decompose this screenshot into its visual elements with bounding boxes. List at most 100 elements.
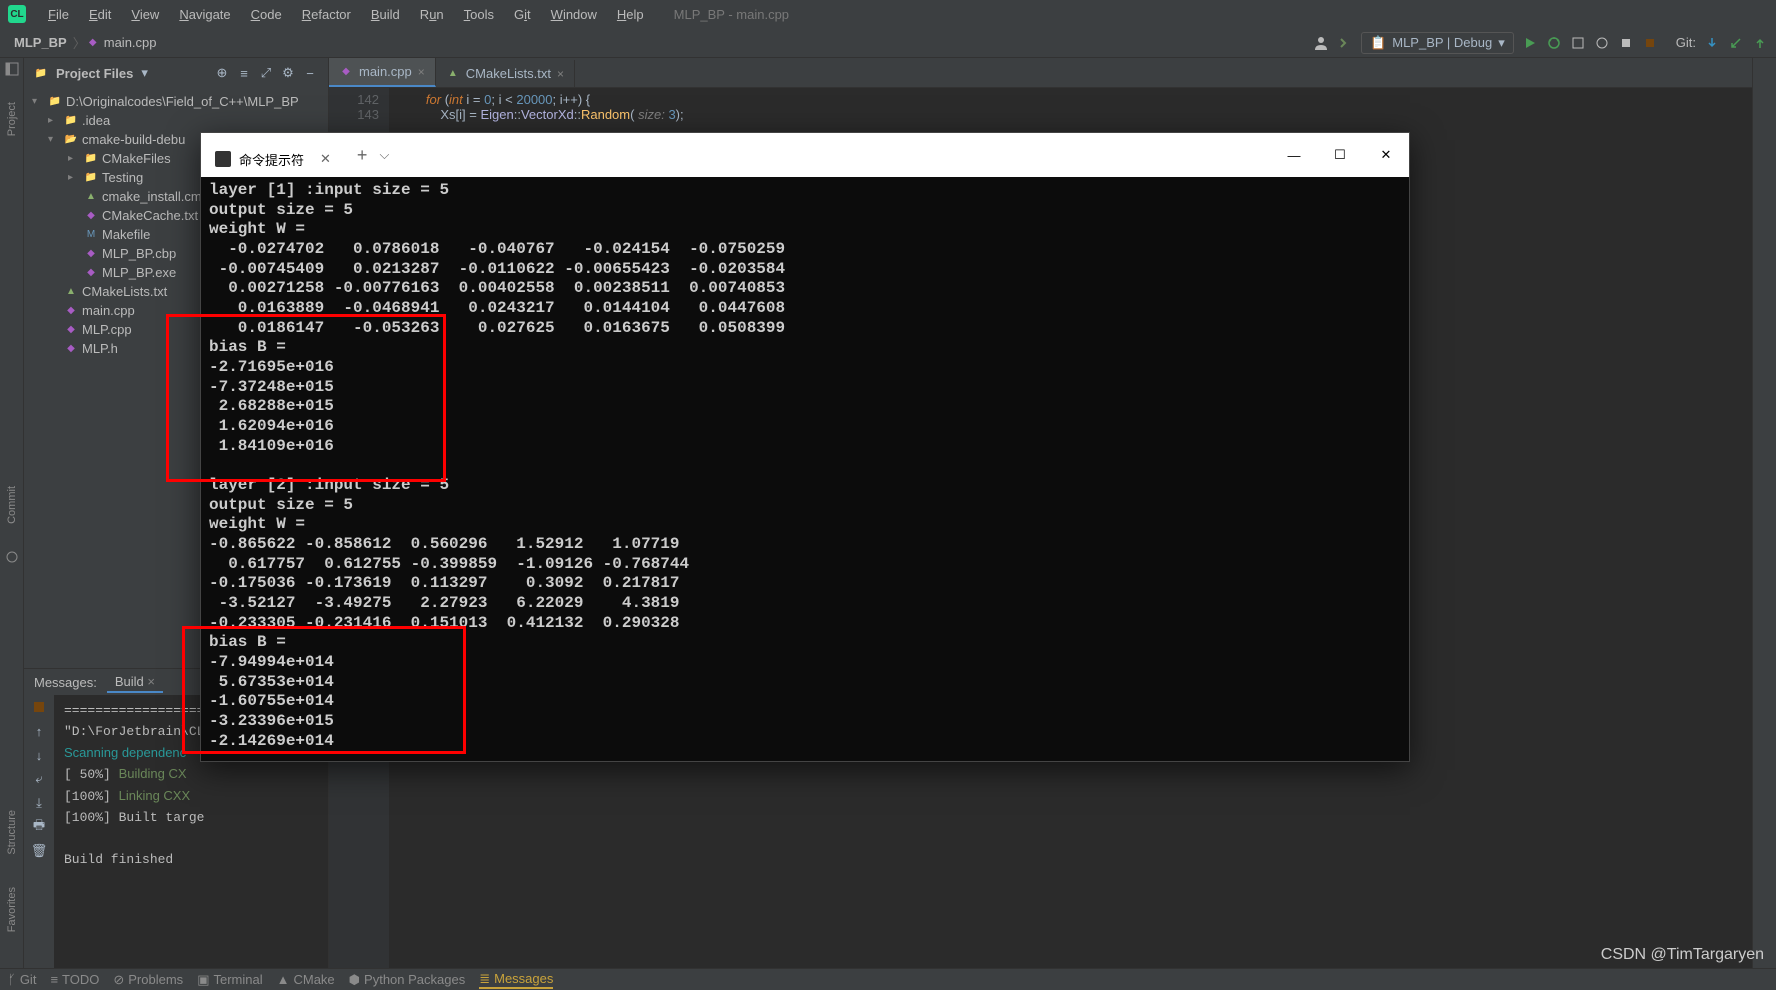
breadcrumb-file[interactable]: ◆ main.cpp	[86, 35, 157, 50]
status-python[interactable]: ⬢Python Packages	[349, 972, 466, 988]
breadcrumb-project[interactable]: MLP_BP	[8, 35, 73, 50]
menu-run[interactable]: Run	[410, 7, 454, 22]
file-icon: 📁	[84, 152, 98, 166]
tree-item-label: MLP.h	[82, 341, 118, 356]
run-config-icon: 📋	[1370, 35, 1386, 51]
favorites-tool-label[interactable]: Favorites	[6, 881, 18, 938]
project-tool-icon[interactable]	[5, 62, 19, 76]
menu-help[interactable]: Help	[607, 7, 654, 22]
status-messages[interactable]: ≣Messages	[479, 971, 553, 989]
msg-trash-icon[interactable]: 🗑	[31, 843, 47, 859]
terminal-add-tab[interactable]: +	[345, 145, 380, 166]
menu-edit[interactable]: Edit	[79, 7, 121, 22]
minimize-button[interactable]: —	[1271, 139, 1317, 171]
project-title[interactable]: Project Files	[56, 66, 133, 81]
menu-code[interactable]: Code	[241, 7, 292, 22]
terminal-tab-close[interactable]: ✕	[320, 151, 331, 167]
window-title: MLP_BP - main.cpp	[674, 7, 789, 22]
editor-tabs: ◆ main.cpp × ▲ CMakeLists.txt ×	[329, 58, 1752, 88]
msg-print-icon[interactable]: 🖶	[31, 819, 47, 835]
status-problems[interactable]: ⊘Problems	[113, 972, 183, 988]
hide-icon[interactable]: −	[302, 65, 318, 81]
file-icon: ◆	[64, 323, 78, 337]
terminal-dropdown[interactable]: ⌵	[379, 147, 389, 163]
tree-item[interactable]: ▸📁.idea	[24, 111, 328, 130]
maximize-button[interactable]: ☐	[1317, 139, 1363, 171]
tree-item-label: MLP_BP.exe	[102, 265, 176, 280]
menu-navigate[interactable]: Navigate	[169, 7, 240, 22]
menu-refactor[interactable]: Refactor	[292, 7, 361, 22]
git-pull-icon[interactable]	[1704, 35, 1720, 51]
tree-item-label: .idea	[82, 113, 110, 128]
tree-item-label: CMakeFiles	[102, 151, 171, 166]
msg-up-icon[interactable]: ↑	[31, 723, 47, 739]
profile-icon[interactable]	[1594, 35, 1610, 51]
debug-icon[interactable]	[1546, 35, 1562, 51]
attach-icon[interactable]	[1618, 35, 1634, 51]
menu-view[interactable]: View	[121, 7, 169, 22]
msg-wrap-icon[interactable]: ⤶	[31, 771, 47, 787]
editor-tab-cmake[interactable]: ▲ CMakeLists.txt ×	[436, 60, 575, 87]
run-icon[interactable]	[1522, 35, 1538, 51]
tree-item-label: MLP.cpp	[82, 322, 132, 337]
msg-stop-icon[interactable]	[31, 699, 47, 715]
left-gutter: Project Commit Structure Favorites	[0, 58, 24, 968]
structure-tool-label[interactable]: Structure	[6, 804, 18, 861]
menu-tools[interactable]: Tools	[454, 7, 504, 22]
project-tool-label[interactable]: Project	[6, 96, 18, 142]
file-icon: ◆	[64, 342, 78, 356]
menubar: CL File Edit View Navigate Code Refactor…	[0, 0, 1776, 28]
terminal-titlebar[interactable]: 命令提示符 ✕ + ⌵ — ☐ ✕	[201, 133, 1409, 177]
close-button[interactable]: ✕	[1363, 139, 1409, 171]
msg-down-icon[interactable]: ↓	[31, 747, 47, 763]
editor-tab-main[interactable]: ◆ main.cpp ×	[329, 58, 436, 87]
watermark: CSDN @TimTargaryen	[1601, 946, 1764, 964]
menu-git[interactable]: Git	[504, 7, 541, 22]
terminal-window: 命令提示符 ✕ + ⌵ — ☐ ✕ layer [1] :input size …	[200, 132, 1410, 762]
select-opened-icon[interactable]: ⊕	[214, 65, 230, 81]
messages-gutter: ↑ ↓ ⤶ ⤓ 🖶 🗑	[24, 695, 54, 968]
file-icon: 📂	[64, 133, 78, 147]
menu-build[interactable]: Build	[361, 7, 410, 22]
file-icon: ◆	[84, 247, 98, 261]
project-header: 📁 Project Files ▾ ⊕ ≡ ⤢ ⚙ −	[24, 58, 328, 88]
breadcrumb-file-label: main.cpp	[104, 35, 157, 50]
cpp-icon: ◆	[86, 36, 100, 50]
file-icon: M	[84, 228, 98, 242]
commit-tool-icon[interactable]	[5, 550, 19, 564]
chevron-down-icon[interactable]: ▾	[141, 65, 148, 81]
git-push-icon[interactable]	[1752, 35, 1768, 51]
coverage-icon[interactable]	[1570, 35, 1586, 51]
run-config-select[interactable]: 📋 MLP_BP | Debug ▾	[1361, 32, 1514, 54]
stop-icon[interactable]	[1642, 35, 1658, 51]
tree-root[interactable]: ▾ 📁 D:\Originalcodes\Field_of_C++\MLP_BP	[24, 92, 328, 111]
msg-scroll-icon[interactable]: ⤓	[31, 795, 47, 811]
terminal-tab[interactable]: 命令提示符 ✕	[201, 141, 345, 177]
close-icon[interactable]: ×	[418, 65, 425, 79]
file-icon: 📁	[64, 114, 78, 128]
menu-window[interactable]: Window	[541, 7, 607, 22]
run-config-label: MLP_BP | Debug	[1392, 35, 1492, 50]
user-icon[interactable]	[1313, 35, 1329, 51]
git-commit-icon[interactable]	[1728, 35, 1744, 51]
reload-icon[interactable]	[1337, 35, 1353, 51]
close-icon[interactable]: ×	[557, 67, 564, 81]
expand-all-icon[interactable]: ≡	[236, 65, 252, 81]
settings-icon[interactable]: ⚙	[280, 65, 296, 81]
file-icon: ◆	[84, 209, 98, 223]
file-icon: ◆	[64, 304, 78, 318]
status-cmake[interactable]: ▲CMake	[277, 972, 335, 987]
file-icon: ▲	[64, 285, 78, 299]
status-terminal[interactable]: ▣Terminal	[197, 972, 262, 988]
collapse-all-icon[interactable]: ⤢	[258, 65, 274, 81]
messages-tab-build[interactable]: Build ×	[107, 672, 163, 693]
status-git[interactable]: ᚶGit	[8, 972, 36, 987]
terminal-content[interactable]: layer [1] :input size = 5 output size = …	[201, 177, 1409, 761]
messages-label: Messages:	[34, 675, 97, 690]
status-todo[interactable]: ≡TODO	[50, 972, 99, 987]
breadcrumb-sep: 〉	[73, 33, 86, 52]
menu-file[interactable]: File	[38, 7, 79, 22]
commit-tool-label[interactable]: Commit	[6, 480, 18, 530]
tree-item-label: main.cpp	[82, 303, 135, 318]
tree-item-label: Makefile	[102, 227, 150, 242]
